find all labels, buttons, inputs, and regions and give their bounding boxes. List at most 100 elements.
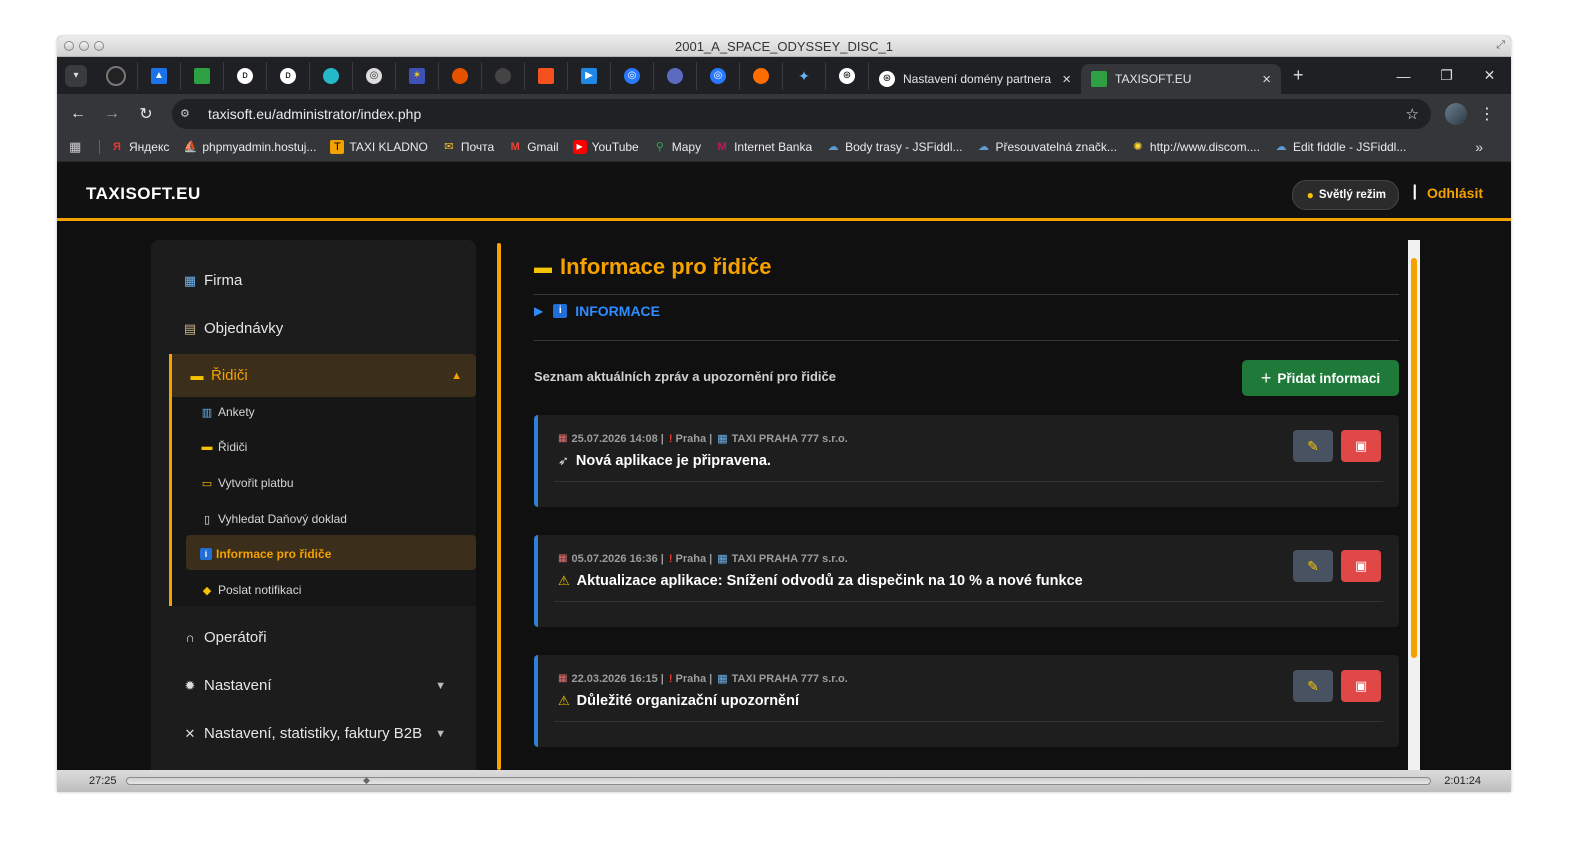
pinned-tab[interactable] [310,61,353,90]
message-meta: ▦ 05.07.2026 16:36 | ! Praha | ▦ TAXI PR… [558,552,848,566]
pinned-tab[interactable]: ◎ [611,61,654,90]
bar-chart-icon: ▥ [201,406,213,419]
tab-nastaveni-domeny[interactable]: ⊛ Nastavení domény partnera × [869,64,1081,94]
calendar-icon: ▦ [558,553,568,564]
delete-button[interactable]: ▣ [1341,550,1381,582]
pinned-favicon-icon: ◎ [624,67,640,84]
pinned-tab[interactable] [95,61,138,90]
pinned-tab[interactable]: ᴅ [267,61,310,90]
pinned-tab[interactable] [740,61,783,90]
bookmark-yandex[interactable]: Я Яндекс [110,140,169,154]
player-titlebar: 2001_A_SPACE_ODYSSEY_DISC_1 ⤢ [57,36,1511,57]
warning-icon: ⚠ [558,693,570,708]
taxisoft-favicon-icon [1091,71,1107,87]
plus-icon: + [1260,367,1272,388]
discom-icon: ✺ [1133,141,1143,153]
sidebar-scrollbar[interactable] [497,243,501,770]
map-pin-icon: ⚲ [655,141,664,153]
pinned-tab[interactable]: ✶ [396,61,439,90]
pinned-tab[interactable]: ▲ [138,61,181,90]
delete-button[interactable]: ▣ [1341,670,1381,702]
edit-button[interactable]: ✎ [1293,430,1333,462]
pinned-tab[interactable] [439,61,482,90]
bookmark-youtube[interactable]: ▶ YouTube [572,140,639,154]
sidebar-subitem-vytvorit-platbu[interactable]: ▭ Vytvořit platbu [200,476,294,490]
sidebar-subitem-poslat-notifikaci[interactable]: ◆ Poslat notifikaci [200,583,302,597]
taxisoft-app: TAXISOFT.EU ● Světlý režim | Odhlásit ▦ F… [57,170,1511,770]
sidebar-subitem-ridici[interactable]: ▬ Řidiči [200,440,248,454]
restore-icon[interactable]: ❐ [1425,67,1468,84]
bookmark-internet-banka[interactable]: M Internet Banka [715,140,812,154]
building-icon: ▦ [183,272,197,288]
sidebar-subitem-informace-pro-ridice[interactable]: i Informace pro řidiče [200,547,331,561]
page-title: ▬ Informace pro řidiče [534,254,772,279]
scrollbar-thumb[interactable] [1411,258,1417,658]
pinned-tab[interactable] [525,61,568,90]
forward-arrow-icon[interactable]: → [95,105,129,123]
bookmark-gmail[interactable]: M Gmail [508,140,559,154]
fullscreen-icon[interactable]: ⤢ [1496,39,1505,52]
seek-bar[interactable]: ◆ [126,775,1431,786]
map-pin-icon: ! [668,552,673,565]
bookmark-pochta[interactable]: ✉ Почта [442,140,494,154]
pinned-tab[interactable]: ◎ [697,61,740,90]
logout-link[interactable]: Odhlásit [1427,185,1483,201]
sidebar-item-operatori[interactable]: ∩ Operátoři [181,629,266,646]
back-arrow-icon[interactable]: ← [61,105,95,123]
pinned-tab[interactable] [181,61,224,90]
reload-icon[interactable]: ↻ [129,104,163,124]
close-icon[interactable]: × [1262,71,1271,88]
pencil-icon: ✎ [1307,437,1319,454]
app-logo[interactable]: TAXISOFT.EU [86,184,201,204]
bookmark-phpmyadmin[interactable]: ⛵ phpmyadmin.hostuj... [183,140,317,154]
pinned-tab[interactable]: ᴅ [224,61,267,90]
sidebar-item-firma[interactable]: ▦ Firma [181,272,242,289]
delete-button[interactable]: ▣ [1341,430,1381,462]
address-bar[interactable]: ⚙ taxisoft.eu/administrator/index.php ☆ [172,98,1431,129]
bookmark-star-icon[interactable]: ☆ [1406,105,1419,123]
pinned-tab[interactable]: ◎ [353,61,396,90]
main-scrollbar[interactable] [1408,240,1420,770]
edit-button[interactable]: ✎ [1293,670,1333,702]
pinned-tab[interactable] [482,61,525,90]
tab-taxisoft[interactable]: TAXISOFT.EU × [1081,64,1281,94]
site-settings-icon[interactable]: ⚙ [180,107,200,120]
bookmark-presouvatelna[interactable]: ☁ Přesouvatelná značk... [977,140,1117,154]
pinned-tab[interactable] [654,61,697,90]
minimize-icon[interactable]: — [1382,68,1425,84]
bookmark-edit-fiddle[interactable]: ☁ Edit fiddle - JSFiddl... [1274,140,1406,154]
sidebar-subitem-ankety[interactable]: ▥ Ankety [200,405,255,419]
sidebar-subitem-vyhledat-danovy-doklad[interactable]: ▯ Vyhledat Daňový doklad [200,512,347,526]
sidebar-item-objednavky[interactable]: ▤ Objednávky [181,320,283,337]
browser-menu-icon[interactable]: ⋮ [1479,104,1495,124]
tab-search-chevron-icon[interactable]: ▾ [65,64,87,87]
close-window-icon[interactable]: ✕ [1468,67,1511,84]
bookmark-mapy[interactable]: ⚲ Mapy [653,140,701,154]
bookmark-discom[interactable]: ✺ http://www.discom.... [1131,140,1260,154]
pinned-tab[interactable]: ⊛ [826,61,869,90]
bookmark-taxi-kladno[interactable]: T TAXI KLADNO [330,140,428,154]
close-icon[interactable]: × [1062,71,1071,88]
informace-toggle[interactable]: ▶ i INFORMACE [534,303,660,319]
total-time: 2:01:24 [1444,775,1481,787]
profile-avatar[interactable] [1445,102,1467,125]
pinned-favicon-icon: ᴅ [280,67,296,84]
bookmark-body-trasy[interactable]: ☁ Body trasy - JSFiddl... [826,140,963,154]
pinned-favicon-icon [452,67,468,84]
more-bookmarks-icon[interactable]: » [1475,139,1483,155]
phpmyadmin-icon: ⛵ [183,141,198,153]
pinned-tab[interactable]: ✦ [783,61,826,90]
document-icon: ▯ [203,513,211,526]
sidebar-item-nastaveni[interactable]: ✹ Nastavení ▼ [181,677,466,694]
chevron-down-icon: ▼ [435,727,446,740]
info-icon: i [553,304,568,318]
new-tab-icon[interactable]: + [1293,65,1304,86]
edit-button[interactable]: ✎ [1293,550,1333,582]
sidebar-item-nastaveni-statistiky-faktury[interactable]: ✕ Nastavení, statistiky, faktury B2B ▼ [181,725,466,742]
pinned-tab[interactable]: ▶ [568,61,611,90]
seek-handle-icon[interactable]: ◆ [363,775,370,786]
add-information-button[interactable]: + Přidat informaci [1242,360,1399,396]
apps-grid-icon[interactable]: ▦ [69,139,89,155]
light-mode-button[interactable]: ● Světlý režim [1291,180,1399,210]
sidebar-item-ridici[interactable]: ▬ Řidiči ▲ [172,354,476,397]
